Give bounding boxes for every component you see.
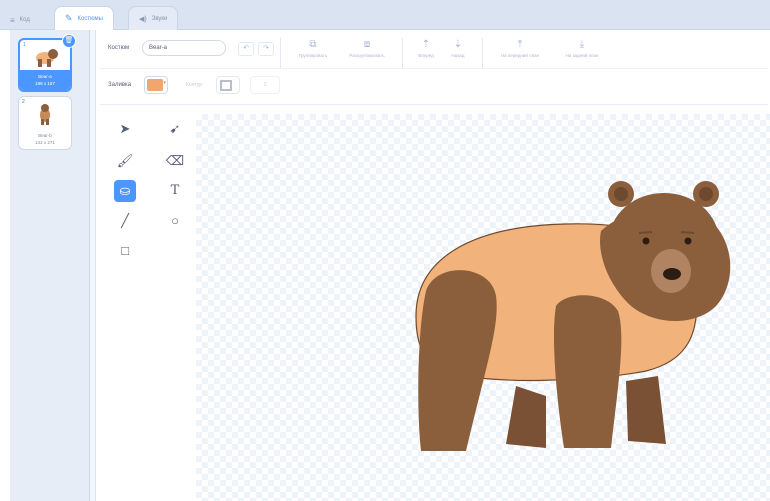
undo-button[interactable]: ↶ (238, 42, 254, 56)
tab-sounds-label: Звуки (151, 15, 168, 22)
rectangle-tool[interactable]: □ (114, 240, 136, 262)
costume-name-label: Костюм (108, 45, 130, 51)
costume-tile-1[interactable]: 1 Bear-a 198 x 167 🗑 (18, 34, 76, 92)
costume-thumbnail (36, 49, 58, 67)
backward-icon: ⇣ (453, 39, 463, 50)
line-icon: ╱ (121, 213, 129, 228)
line-tool[interactable]: ╱ (114, 210, 136, 232)
undo-icon: ↶ (243, 45, 249, 52)
ungroup-icon: ⧈ (363, 39, 371, 50)
toolbar-separator (482, 38, 483, 68)
outline-width-input[interactable]: 1 (250, 76, 280, 94)
tab-costumes[interactable]: ✎ Костюмы (54, 6, 114, 30)
back-button[interactable]: ⤓ На задний план (554, 38, 610, 68)
fill-label: Заливка (108, 82, 132, 88)
ungroup-label: Разгруппировать (349, 53, 385, 58)
eraser-icon: ⌫ (165, 153, 185, 168)
outline-color-swatch (220, 80, 232, 91)
fill-color-swatch (147, 79, 163, 91)
costume-number: 2 (22, 99, 25, 105)
circle-tool[interactable]: ○ (164, 210, 186, 232)
back-label: На задний план (565, 53, 599, 58)
toolbar-row-divider (100, 68, 768, 69)
brush-tab-icon: ✎ (65, 13, 73, 23)
costume-name-input[interactable]: Bear-a (142, 40, 226, 56)
to-back-icon: ⤓ (579, 39, 585, 50)
paint-toolbar: Костюм Bear-a ↶ ↷ ⧉ Группировать ⧈ Разгр… (100, 32, 768, 104)
backward-label: Назад (451, 53, 465, 58)
text-tool[interactable]: T (164, 180, 186, 202)
panel-divider (90, 30, 96, 501)
eraser-tool[interactable]: ⌫ (164, 150, 186, 172)
costume-caption: Bear-a 198 x 167 (20, 70, 70, 90)
tool-palette: ➤ ➹ 🖌 ⌫ ⛀ T ╱ ○ □ (108, 114, 194, 274)
select-tool[interactable]: ➤ (114, 118, 136, 140)
ungroup-button[interactable]: ⧈ Разгруппировать (342, 38, 392, 68)
group-button[interactable]: ⧉ Группировать (288, 38, 338, 68)
group-label: Группировать (298, 53, 328, 58)
costume-thumbnail (40, 104, 50, 125)
toolbar-separator (280, 38, 281, 68)
chevron-down-icon: ▾ (163, 80, 166, 86)
backward-button[interactable]: ⇣ Назад (438, 38, 478, 68)
costume-size: 198 x 167 (35, 81, 55, 86)
fill-tool[interactable]: ⛀ (114, 180, 136, 202)
redo-icon: ↷ (263, 45, 269, 52)
tab-code-label: Код (19, 17, 30, 23)
text-icon: T (170, 183, 180, 198)
costume-name: Bear-b (38, 133, 52, 138)
reshape-tool[interactable]: ➹ (164, 118, 186, 140)
outline-label: Контур (186, 82, 203, 88)
rectangle-icon: □ (121, 243, 129, 258)
costume-tile-2[interactable]: 2 Bear-b 142 x 271 (18, 96, 72, 150)
front-label: На передний план (500, 53, 540, 58)
redo-button[interactable]: ↷ (258, 42, 274, 56)
brush-icon: 🖌 (116, 153, 134, 168)
to-front-icon: ⤒ (517, 39, 523, 50)
outline-color-picker[interactable] (216, 76, 240, 94)
arrow-select-icon: ➤ (119, 121, 131, 136)
speaker-icon: ◀) (139, 15, 147, 23)
bear-costume-artwork (415, 181, 731, 451)
costume-caption: Bear-b 142 x 271 (19, 129, 71, 149)
trash-icon: 🗑 (64, 37, 74, 44)
delete-costume-button[interactable]: 🗑 (62, 34, 76, 48)
tab-sounds[interactable]: ◀) Звуки (128, 6, 179, 30)
brush-tool[interactable]: 🖌 (114, 150, 136, 172)
costume-size: 142 x 271 (35, 140, 55, 145)
fill-color-picker[interactable]: ▾ (144, 76, 168, 94)
toolbar-bottom-border (100, 104, 768, 105)
costume-list: 1 Bear-a 198 x 167 🗑 2 Bear-b 142 x 271 (10, 30, 90, 501)
group-icon: ⧉ (309, 39, 317, 50)
editor-tab-bar: ≡ Код ✎ Костюмы ◀) Звуки (0, 0, 770, 30)
code-icon: ≡ (10, 15, 15, 25)
costume-number: 1 (23, 42, 26, 48)
fill-bucket-icon: ⛀ (119, 183, 131, 198)
costume-name: Bear-a (38, 74, 52, 79)
front-button[interactable]: ⤒ На передний план (492, 38, 548, 68)
circle-icon: ○ (171, 213, 179, 228)
tab-code[interactable]: ≡ Код (4, 8, 36, 32)
tab-costumes-label: Костюмы (77, 15, 103, 22)
reshape-icon: ➹ (169, 121, 181, 136)
paint-canvas[interactable] (196, 114, 770, 501)
